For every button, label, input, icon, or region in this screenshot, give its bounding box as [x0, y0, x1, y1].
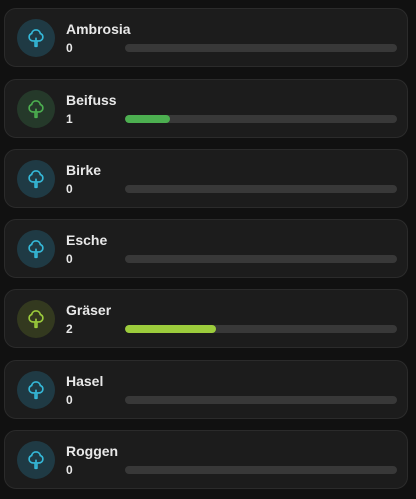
pollen-value: 0 [66, 252, 73, 266]
pollen-value: 0 [66, 182, 73, 196]
tree-icon [28, 170, 44, 189]
pollen-icon-badge [17, 230, 55, 268]
pollen-card-esche[interactable]: Esche 0 [4, 219, 408, 278]
tree-icon [28, 100, 44, 119]
pollen-icon-badge [17, 300, 55, 338]
pollen-value: 1 [66, 112, 73, 126]
pollen-level-fill [125, 115, 171, 123]
pollen-icon-badge [17, 90, 55, 128]
pollen-card-ambrosia[interactable]: Ambrosia 0 [4, 8, 408, 67]
pollen-name: Beifuss [66, 92, 117, 108]
pollen-icon-badge [17, 160, 55, 198]
pollen-level-bar [125, 185, 397, 193]
pollen-card-graeser[interactable]: Gräser 2 [4, 289, 408, 348]
pollen-value: 0 [66, 463, 73, 477]
pollen-level-bar [125, 325, 397, 333]
tree-icon [28, 310, 44, 329]
pollen-card-hasel[interactable]: Hasel 0 [4, 360, 408, 419]
pollen-card-beifuss[interactable]: Beifuss 1 [4, 79, 408, 138]
pollen-card-roggen[interactable]: Roggen 0 [4, 430, 408, 489]
pollen-name: Ambrosia [66, 21, 131, 37]
pollen-name: Hasel [66, 373, 104, 389]
pollen-level-bar [125, 255, 397, 263]
pollen-level-bar [125, 115, 397, 123]
pollen-icon-badge [17, 441, 55, 479]
tree-icon [28, 29, 44, 48]
pollen-name: Birke [66, 162, 102, 178]
tree-icon [28, 240, 44, 259]
pollen-icon-badge [17, 19, 55, 57]
pollen-level-bar [125, 44, 397, 52]
tree-icon [28, 451, 44, 470]
pollen-value: 2 [66, 322, 73, 336]
pollen-icon-badge [17, 371, 55, 409]
pollen-name: Gräser [66, 302, 112, 318]
pollen-value: 0 [66, 393, 73, 407]
pollen-name: Roggen [66, 443, 119, 459]
pollen-level-fill [125, 325, 216, 333]
pollen-value: 0 [66, 41, 73, 55]
pollen-level-bar [125, 396, 397, 404]
pollen-name: Esche [66, 232, 108, 248]
tree-icon [28, 381, 44, 400]
pollen-card-birke[interactable]: Birke 0 [4, 149, 408, 208]
pollen-level-bar [125, 466, 397, 474]
pollen-list: Ambrosia 0 Beifuss 1 Birke 0 Esche 0 Grä… [0, 0, 416, 499]
